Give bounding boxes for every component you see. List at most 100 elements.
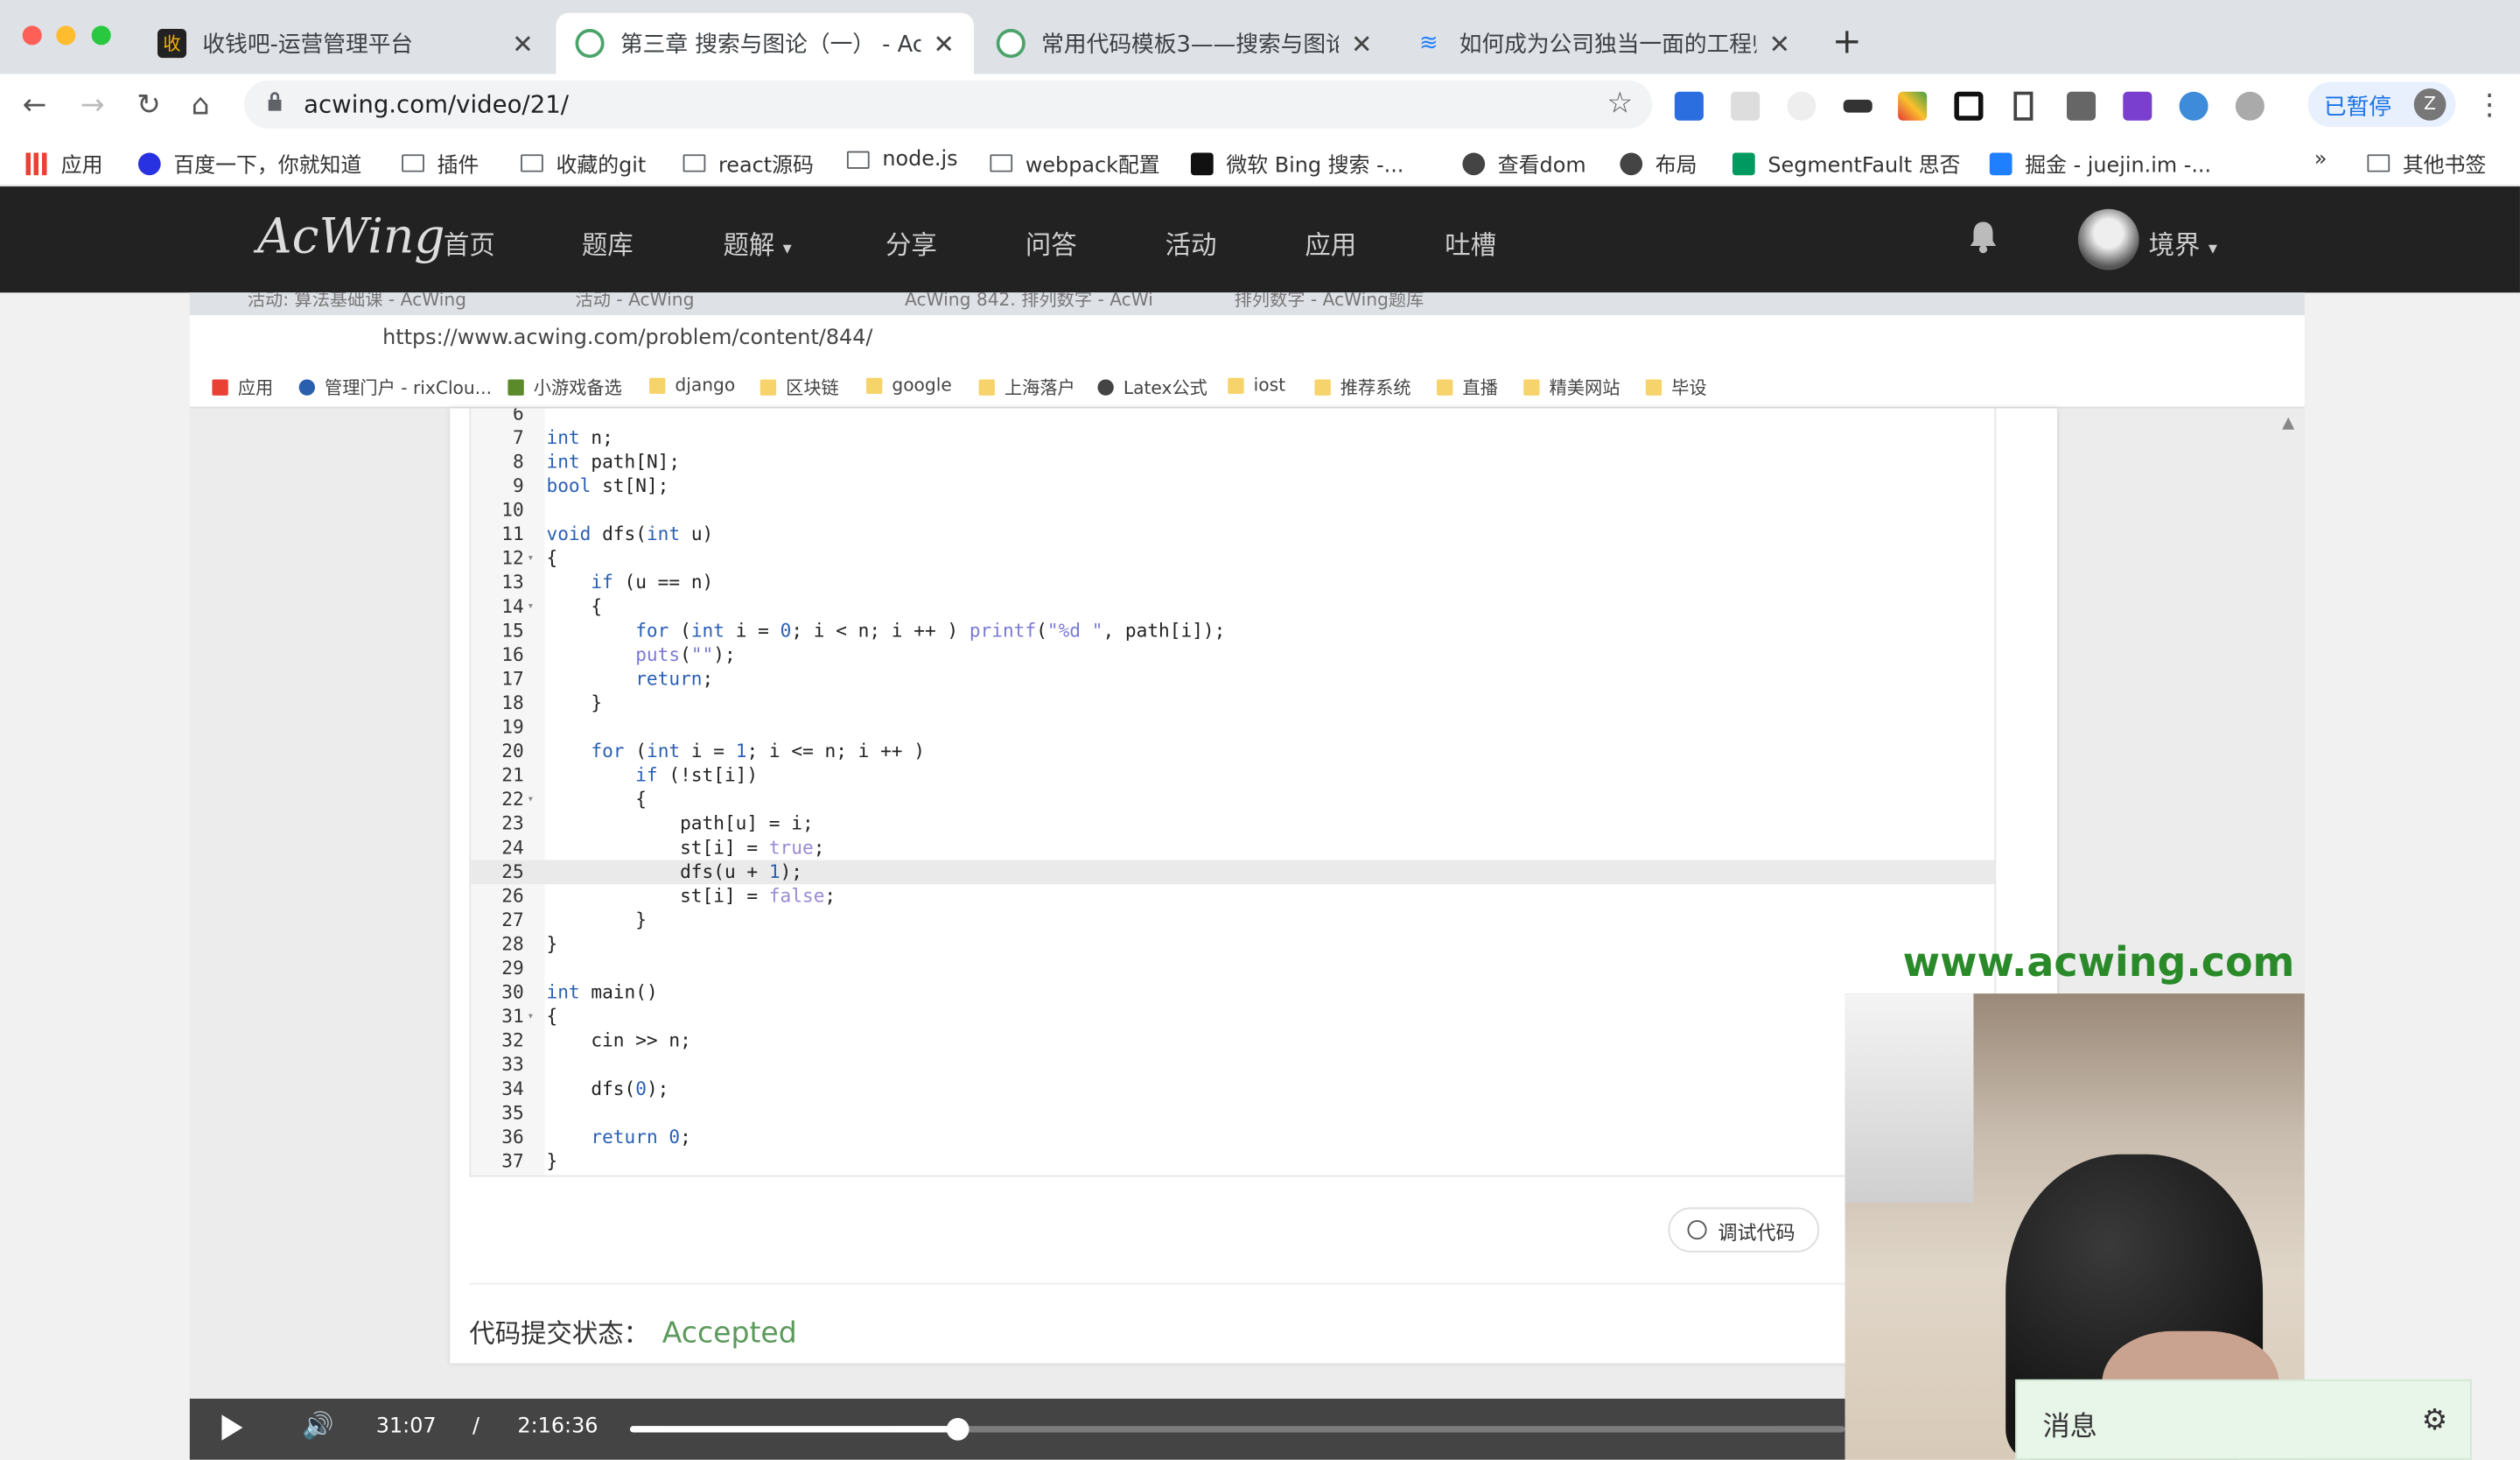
bell-icon[interactable] xyxy=(1967,219,1999,254)
video-inner-tab: 活动 - AcWing xyxy=(575,292,695,311)
progress-fill xyxy=(629,1426,958,1433)
line-number: 34 xyxy=(501,1077,524,1100)
extension-icon[interactable] xyxy=(1843,99,1872,113)
code-text: for (int i = 0; i < n; i ++ ) printf("%d… xyxy=(635,619,1226,642)
gear-icon[interactable]: ⚙ xyxy=(2422,1403,2448,1437)
line-number: 8 xyxy=(513,450,524,473)
download-icon[interactable] xyxy=(2066,91,2096,121)
folder-icon xyxy=(402,154,424,172)
code-line: 13 if (u == n) xyxy=(471,571,1994,595)
nav-qa[interactable]: 问答 xyxy=(1026,223,1077,262)
fold-arrow-icon: ▾ xyxy=(527,551,535,565)
bookmark-item[interactable]: 布局 xyxy=(1620,148,1698,179)
line-number: 31 xyxy=(501,1004,524,1028)
address-bar[interactable]: acwing.com/video/21/ ☆ xyxy=(244,80,1653,129)
line-number: 14 xyxy=(501,594,524,618)
nav-problems[interactable]: 题库 xyxy=(582,223,634,262)
line-number: 23 xyxy=(501,811,524,835)
nav-apps[interactable]: 应用 xyxy=(1305,223,1356,262)
nav-feedback[interactable]: 吐槽 xyxy=(1445,223,1496,262)
juejin-icon xyxy=(1989,151,2012,175)
forward-icon[interactable]: → xyxy=(80,88,105,123)
bookmarks-bar: 应用 百度一下，你就知道 插件 收藏的git react源码 node.js w… xyxy=(0,135,2520,187)
avatar[interactable] xyxy=(2077,208,2139,270)
code-line: 27 } xyxy=(471,908,1994,933)
video-inner-bookmark: Latex公式 xyxy=(1097,375,1208,400)
menu-icon[interactable]: ⋮ xyxy=(2475,88,2504,123)
progress-handle[interactable] xyxy=(947,1417,970,1441)
extension-icon[interactable] xyxy=(1674,91,1704,121)
nav-solutions[interactable]: 题解 ▾ xyxy=(724,223,792,262)
progress-bar[interactable] xyxy=(629,1417,1845,1441)
code-text: dfs(u + 1); xyxy=(546,860,803,883)
bookmark-folder[interactable]: 收藏的git xyxy=(521,148,646,179)
profile-paused-button[interactable]: 已暂停 Z xyxy=(2307,81,2456,128)
back-icon[interactable]: ← xyxy=(23,88,47,123)
messages-panel[interactable]: 消息 ⚙ xyxy=(2015,1379,2472,1460)
chevron-down-icon: ▾ xyxy=(782,237,792,259)
close-window-button[interactable] xyxy=(22,25,42,46)
nav-home[interactable]: 首页 xyxy=(444,223,495,262)
total-time: 2:16:36 xyxy=(517,1414,598,1439)
volume-icon[interactable]: 🔊 xyxy=(302,1410,334,1441)
extension-icon[interactable] xyxy=(1898,91,1928,121)
globe-icon xyxy=(1462,151,1486,175)
bookmark-item[interactable]: 掘金 - juejin.im -... xyxy=(1989,148,2211,179)
bookmark-folder[interactable]: webpack配置 xyxy=(990,148,1160,179)
line-number: 27 xyxy=(501,908,524,931)
nav-activities[interactable]: 活动 xyxy=(1166,223,1217,262)
apps-grid-icon xyxy=(25,151,49,175)
close-tab-icon[interactable]: ✕ xyxy=(512,28,534,59)
bookmark-item[interactable]: 微软 Bing 搜索 -... xyxy=(1190,148,1404,179)
site-logo[interactable]: AcWing xyxy=(257,209,445,265)
bookmark-folder[interactable]: node.js xyxy=(846,148,958,172)
bookmark-apps[interactable]: 应用 xyxy=(25,148,103,179)
more-bookmarks-icon[interactable]: » xyxy=(2314,148,2328,172)
extension-icon[interactable] xyxy=(2179,91,2208,121)
bookmark-icon[interactable] xyxy=(2013,91,2034,121)
video-inner-bookmark: 上海落户 xyxy=(978,375,1075,400)
user-menu[interactable]: 境界 ▾ xyxy=(2149,223,2217,262)
close-tab-icon[interactable]: ✕ xyxy=(933,28,955,59)
play-icon[interactable] xyxy=(221,1414,243,1441)
bookmark-item[interactable]: SegmentFault 思否 xyxy=(1732,148,1960,179)
extension-icon[interactable] xyxy=(2123,91,2152,121)
line-number: 15 xyxy=(501,619,524,642)
globe-icon xyxy=(1097,379,1114,396)
bookmark-folder[interactable]: react源码 xyxy=(682,148,814,179)
browser-tab[interactable]: 常用代码模板3——搜索与图论 - ✕ xyxy=(977,13,1392,74)
browser-tab-active[interactable]: 第三章 搜索与图论（一） - AcW ✕ xyxy=(556,12,975,74)
minimize-window-button[interactable] xyxy=(56,25,76,46)
bookmark-folder[interactable]: 插件 xyxy=(402,148,479,179)
code-text: { xyxy=(546,1004,558,1028)
extension-icon[interactable] xyxy=(1731,91,1760,121)
code-text: { xyxy=(546,787,647,811)
video-player[interactable]: 活动: 算法基础课 - AcWing 活动 - AcWing AcWing 84… xyxy=(189,292,2305,1460)
code-line: 24 st[i] = true; xyxy=(471,836,1994,860)
home-icon[interactable]: ⌂ xyxy=(192,88,210,123)
line-number: 11 xyxy=(501,522,524,545)
fold-arrow-icon: ▾ xyxy=(527,600,535,613)
new-tab-button[interactable]: + xyxy=(1832,23,1862,63)
code-line: 15 for (int i = 0; i < n; i ++ ) printf(… xyxy=(471,619,1994,643)
nav-share[interactable]: 分享 xyxy=(886,223,937,262)
code-text: } xyxy=(546,932,558,955)
line-number: 21 xyxy=(501,763,524,787)
bookmark-star-icon[interactable]: ☆ xyxy=(1606,87,1633,121)
folder-icon xyxy=(1228,376,1244,394)
browser-tab[interactable]: 收 收钱吧-运营管理平台 ✕ xyxy=(138,13,553,74)
close-tab-icon[interactable]: ✕ xyxy=(1768,28,1790,59)
browser-tab[interactable]: ≋ 如何成为公司独当一面的工程师 ✕ xyxy=(1395,13,1810,74)
fold-arrow-icon: ▾ xyxy=(527,792,535,806)
bookmark-item[interactable]: 百度一下，你就知道 xyxy=(137,148,361,179)
maximize-window-button[interactable] xyxy=(91,25,111,46)
extension-icon[interactable] xyxy=(1954,91,1984,121)
baidu-icon xyxy=(137,151,161,175)
bookmark-other-folder[interactable]: 其他书签 xyxy=(2367,148,2486,179)
reload-icon[interactable]: ↻ xyxy=(136,88,161,123)
bookmark-item[interactable]: 查看dom xyxy=(1462,148,1586,179)
code-line: 14 ▾ { xyxy=(471,594,1994,620)
extension-icon[interactable] xyxy=(1787,91,1816,121)
extension-icon[interactable] xyxy=(2235,91,2264,121)
close-tab-icon[interactable]: ✕ xyxy=(1351,28,1373,59)
